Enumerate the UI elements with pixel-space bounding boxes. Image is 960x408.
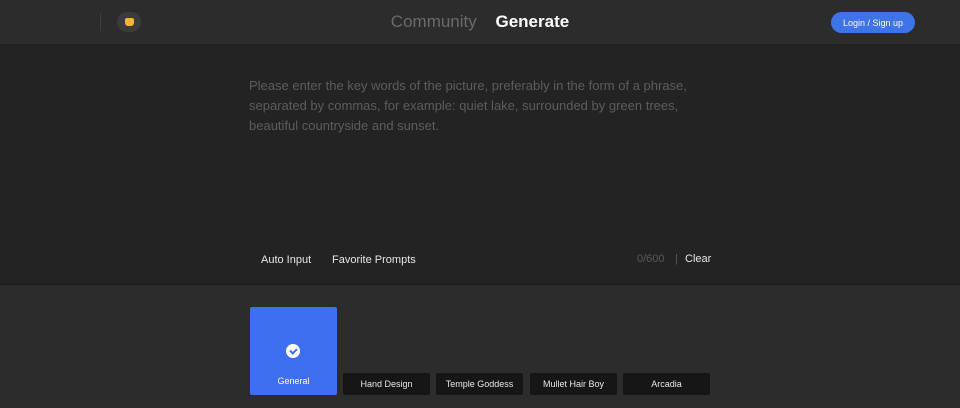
prompt-editor: Auto Input Favorite Prompts 0/600 | Clea… (0, 45, 960, 285)
top-bar: Community Generate Login / Sign up (0, 0, 960, 45)
style-card-hand-design[interactable]: Hand Design (343, 373, 430, 395)
style-selector: General Hand Design Temple Goddess Mulle… (250, 307, 720, 397)
check-circle-icon (286, 344, 300, 358)
favorite-prompts-button[interactable]: Favorite Prompts (332, 254, 416, 266)
style-card-temple-goddess[interactable]: Temple Goddess (436, 373, 523, 395)
main-nav: Community Generate (0, 12, 960, 32)
style-label-general: General (277, 376, 310, 386)
clear-button[interactable]: Clear (685, 253, 711, 265)
auto-input-button[interactable]: Auto Input (261, 254, 311, 266)
login-signup-button[interactable]: Login / Sign up (831, 12, 915, 33)
counter-separator: | (675, 253, 678, 265)
character-counter: 0/600 (637, 253, 665, 265)
tab-community[interactable]: Community (391, 12, 477, 32)
tab-generate[interactable]: Generate (496, 12, 570, 32)
style-card-arcadia[interactable]: Arcadia (623, 373, 710, 395)
prompt-input[interactable] (249, 76, 719, 146)
style-card-general[interactable]: General (250, 307, 337, 395)
style-card-mullet-hair-boy[interactable]: Mullet Hair Boy (530, 373, 617, 395)
